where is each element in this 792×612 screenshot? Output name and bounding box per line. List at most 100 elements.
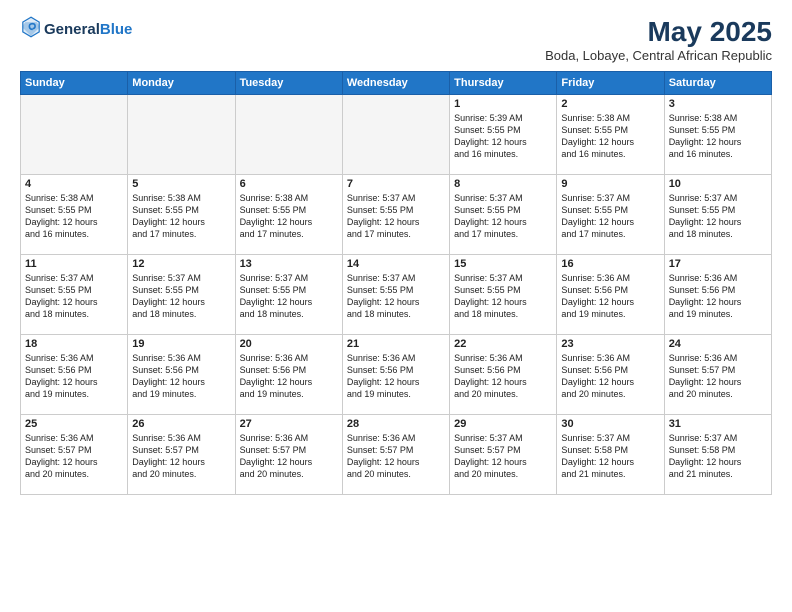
col-header-thursday: Thursday xyxy=(450,72,557,95)
calendar-week-row: 18 Sunrise: 5:36 AM Sunset: 5:56 PM Dayli… xyxy=(21,335,772,415)
calendar-cell: 26Sunrise: 5:36 AM Sunset: 5:57 PM Dayli… xyxy=(128,415,235,495)
day-number: 6 xyxy=(240,178,338,190)
day-number: 22 xyxy=(454,338,552,350)
day-number: 19 xyxy=(132,338,230,350)
calendar-cell: 23 Sunrise: 5:36 AM Sunset: 5:56 PM Dayli… xyxy=(557,335,664,415)
calendar-cell: 14Sunrise: 5:37 AM Sunset: 5:55 PM Dayli… xyxy=(342,255,449,335)
cell-info: Sunrise: 5:38 AM Sunset: 5:55 PM Dayligh… xyxy=(561,112,659,161)
title-block: May 2025 Boda, Lobaye, Central African R… xyxy=(545,16,772,63)
day-number: 12 xyxy=(132,258,230,270)
calendar-cell: 10 Sunrise: 5:37 AM Sunset: 5:55 PM Dayli… xyxy=(664,175,771,255)
calendar-cell: 27 Sunrise: 5:36 AM Sunset: 5:57 PM Dayli… xyxy=(235,415,342,495)
day-number: 20 xyxy=(240,338,338,350)
day-number: 26 xyxy=(132,418,230,430)
calendar-cell: 16 Sunrise: 5:36 AM Sunset: 5:56 PM Dayli… xyxy=(557,255,664,335)
calendar-cell: 3 Sunrise: 5:38 AM Sunset: 5:55 PM Daylig… xyxy=(664,95,771,175)
calendar-cell xyxy=(235,95,342,175)
cell-info: Sunrise: 5:36 AM Sunset: 5:56 PM Dayligh… xyxy=(132,352,230,401)
cell-info: Sunrise: 5:36 AM Sunset: 5:57 PM Dayligh… xyxy=(669,352,767,401)
calendar-cell: 24 Sunrise: 5:36 AM Sunset: 5:57 PM Dayli… xyxy=(664,335,771,415)
calendar-cell: 20 Sunrise: 5:36 AM Sunset: 5:56 PM Dayli… xyxy=(235,335,342,415)
day-number: 24 xyxy=(669,338,767,350)
day-number: 30 xyxy=(561,418,659,430)
cell-info: Sunrise: 5:39 AM Sunset: 5:55 PM Dayligh… xyxy=(454,112,552,161)
cell-info: Sunrise: 5:37 AM Sunset: 5:55 PM Dayligh… xyxy=(669,192,767,241)
cell-info: Sunrise: 5:37 AM Sunset: 5:55 PM Dayligh… xyxy=(240,272,338,321)
cell-info: Sunrise: 5:36 AM Sunset: 5:57 PM Dayligh… xyxy=(240,432,338,481)
day-number: 16 xyxy=(561,258,659,270)
cell-info: Sunrise: 5:36 AM Sunset: 5:56 PM Dayligh… xyxy=(25,352,123,401)
cell-info: Sunrise: 5:37 AM Sunset: 5:55 PM Dayligh… xyxy=(132,272,230,321)
cell-info: Sunrise: 5:36 AM Sunset: 5:57 PM Dayligh… xyxy=(347,432,445,481)
calendar-week-row: 11 Sunrise: 5:37 AM Sunset: 5:55 PM Dayli… xyxy=(21,255,772,335)
day-number: 3 xyxy=(669,98,767,110)
cell-info: Sunrise: 5:36 AM Sunset: 5:56 PM Dayligh… xyxy=(561,272,659,321)
col-header-wednesday: Wednesday xyxy=(342,72,449,95)
cell-info: Sunrise: 5:37 AM Sunset: 5:58 PM Dayligh… xyxy=(669,432,767,481)
cell-info: Sunrise: 5:37 AM Sunset: 5:55 PM Dayligh… xyxy=(561,192,659,241)
day-number: 17 xyxy=(669,258,767,270)
cell-info: Sunrise: 5:38 AM Sunset: 5:55 PM Dayligh… xyxy=(132,192,230,241)
day-number: 1 xyxy=(454,98,552,110)
calendar-cell: 17 Sunrise: 5:36 AM Sunset: 5:56 PM Dayli… xyxy=(664,255,771,335)
calendar-cell: 11 Sunrise: 5:37 AM Sunset: 5:55 PM Dayli… xyxy=(21,255,128,335)
day-number: 10 xyxy=(669,178,767,190)
calendar-cell: 4 Sunrise: 5:38 AM Sunset: 5:55 PM Daylig… xyxy=(21,175,128,255)
calendar-cell: 21Sunrise: 5:36 AM Sunset: 5:56 PM Dayli… xyxy=(342,335,449,415)
day-number: 25 xyxy=(25,418,123,430)
day-number: 5 xyxy=(132,178,230,190)
calendar-cell: 13 Sunrise: 5:37 AM Sunset: 5:55 PM Dayli… xyxy=(235,255,342,335)
day-number: 4 xyxy=(25,178,123,190)
calendar-cell: 5 Sunrise: 5:38 AM Sunset: 5:55 PM Daylig… xyxy=(128,175,235,255)
calendar-week-row: 1 Sunrise: 5:39 AM Sunset: 5:55 PM Daylig… xyxy=(21,95,772,175)
logo-text: GeneralBlue xyxy=(44,21,132,39)
day-number: 13 xyxy=(240,258,338,270)
col-header-monday: Monday xyxy=(128,72,235,95)
day-number: 9 xyxy=(561,178,659,190)
cell-info: Sunrise: 5:38 AM Sunset: 5:55 PM Dayligh… xyxy=(25,192,123,241)
cell-info: Sunrise: 5:36 AM Sunset: 5:56 PM Dayligh… xyxy=(240,352,338,401)
col-header-sunday: Sunday xyxy=(21,72,128,95)
location-title: Boda, Lobaye, Central African Republic xyxy=(545,48,772,63)
cell-info: Sunrise: 5:36 AM Sunset: 5:56 PM Dayligh… xyxy=(561,352,659,401)
logo: GeneralBlue xyxy=(20,16,132,43)
calendar-cell: 15Sunrise: 5:37 AM Sunset: 5:55 PM Dayli… xyxy=(450,255,557,335)
calendar-cell: 22 Sunrise: 5:36 AM Sunset: 5:56 PM Dayli… xyxy=(450,335,557,415)
cell-info: Sunrise: 5:37 AM Sunset: 5:58 PM Dayligh… xyxy=(561,432,659,481)
day-number: 11 xyxy=(25,258,123,270)
header: GeneralBlue May 2025 Boda, Lobaye, Centr… xyxy=(20,16,772,63)
cell-info: Sunrise: 5:37 AM Sunset: 5:55 PM Dayligh… xyxy=(454,192,552,241)
calendar-header-row: SundayMondayTuesdayWednesdayThursdayFrid… xyxy=(21,72,772,95)
calendar-cell: 9 Sunrise: 5:37 AM Sunset: 5:55 PM Daylig… xyxy=(557,175,664,255)
calendar-week-row: 25 Sunrise: 5:36 AM Sunset: 5:57 PM Dayli… xyxy=(21,415,772,495)
calendar-week-row: 4 Sunrise: 5:38 AM Sunset: 5:55 PM Daylig… xyxy=(21,175,772,255)
calendar-cell xyxy=(128,95,235,175)
calendar-cell: 18 Sunrise: 5:36 AM Sunset: 5:56 PM Dayli… xyxy=(21,335,128,415)
calendar-cell: 7Sunrise: 5:37 AM Sunset: 5:55 PM Daylig… xyxy=(342,175,449,255)
cell-info: Sunrise: 5:37 AM Sunset: 5:55 PM Dayligh… xyxy=(25,272,123,321)
calendar-cell: 6Sunrise: 5:38 AM Sunset: 5:55 PM Daylig… xyxy=(235,175,342,255)
calendar-cell: 19 Sunrise: 5:36 AM Sunset: 5:56 PM Dayli… xyxy=(128,335,235,415)
cell-info: Sunrise: 5:36 AM Sunset: 5:57 PM Dayligh… xyxy=(25,432,123,481)
day-number: 27 xyxy=(240,418,338,430)
calendar-cell: 30 Sunrise: 5:37 AM Sunset: 5:58 PM Dayli… xyxy=(557,415,664,495)
day-number: 2 xyxy=(561,98,659,110)
cell-info: Sunrise: 5:36 AM Sunset: 5:56 PM Dayligh… xyxy=(669,272,767,321)
cell-info: Sunrise: 5:37 AM Sunset: 5:55 PM Dayligh… xyxy=(454,272,552,321)
cell-info: Sunrise: 5:36 AM Sunset: 5:56 PM Dayligh… xyxy=(454,352,552,401)
cell-info: Sunrise: 5:37 AM Sunset: 5:57 PM Dayligh… xyxy=(454,432,552,481)
calendar-cell xyxy=(342,95,449,175)
calendar-table: SundayMondayTuesdayWednesdayThursdayFrid… xyxy=(20,71,772,495)
calendar-cell: 29 Sunrise: 5:37 AM Sunset: 5:57 PM Dayli… xyxy=(450,415,557,495)
col-header-saturday: Saturday xyxy=(664,72,771,95)
cell-info: Sunrise: 5:37 AM Sunset: 5:55 PM Dayligh… xyxy=(347,272,445,321)
calendar-cell: 28 Sunrise: 5:36 AM Sunset: 5:57 PM Dayli… xyxy=(342,415,449,495)
day-number: 18 xyxy=(25,338,123,350)
page: GeneralBlue May 2025 Boda, Lobaye, Centr… xyxy=(0,0,792,612)
calendar-cell xyxy=(21,95,128,175)
day-number: 23 xyxy=(561,338,659,350)
day-number: 28 xyxy=(347,418,445,430)
cell-info: Sunrise: 5:38 AM Sunset: 5:55 PM Dayligh… xyxy=(669,112,767,161)
calendar-cell: 1 Sunrise: 5:39 AM Sunset: 5:55 PM Daylig… xyxy=(450,95,557,175)
day-number: 29 xyxy=(454,418,552,430)
